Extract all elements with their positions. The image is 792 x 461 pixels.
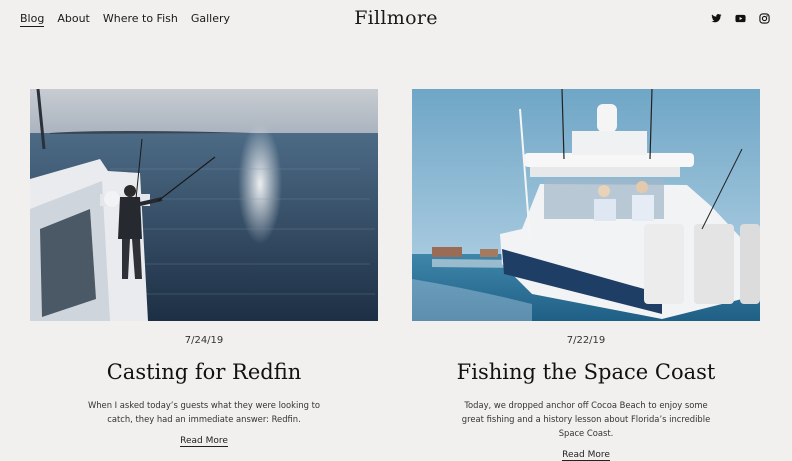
youtube-icon[interactable]: [735, 13, 746, 24]
site-header: Blog About Where to Fish Gallery Fillmor…: [0, 0, 792, 40]
site-title[interactable]: Fillmore: [0, 7, 792, 29]
instagram-icon[interactable]: [759, 13, 770, 24]
post-title[interactable]: Fishing the Space Coast: [412, 360, 760, 384]
post-image-space-coast[interactable]: [412, 89, 760, 321]
post-image-redfin[interactable]: [30, 89, 378, 321]
post-date: 7/22/19: [566, 335, 606, 346]
social-links: [711, 13, 770, 24]
post-title[interactable]: Casting for Redfin: [30, 360, 378, 384]
twitter-icon[interactable]: [711, 13, 722, 24]
blog-post-card: 7/24/19 Casting for Redfin When I asked …: [30, 89, 378, 447]
post-excerpt: When I asked today’s guests what they we…: [87, 400, 321, 424]
read-more-link[interactable]: Read More: [562, 450, 610, 461]
read-more-link[interactable]: Read More: [180, 436, 228, 447]
post-excerpt: Today, we dropped anchor off Cocoa Beach…: [461, 400, 711, 438]
blog-post-card: 7/22/19 Fishing the Space Coast Today, w…: [412, 89, 760, 461]
post-date: 7/24/19: [184, 335, 224, 346]
